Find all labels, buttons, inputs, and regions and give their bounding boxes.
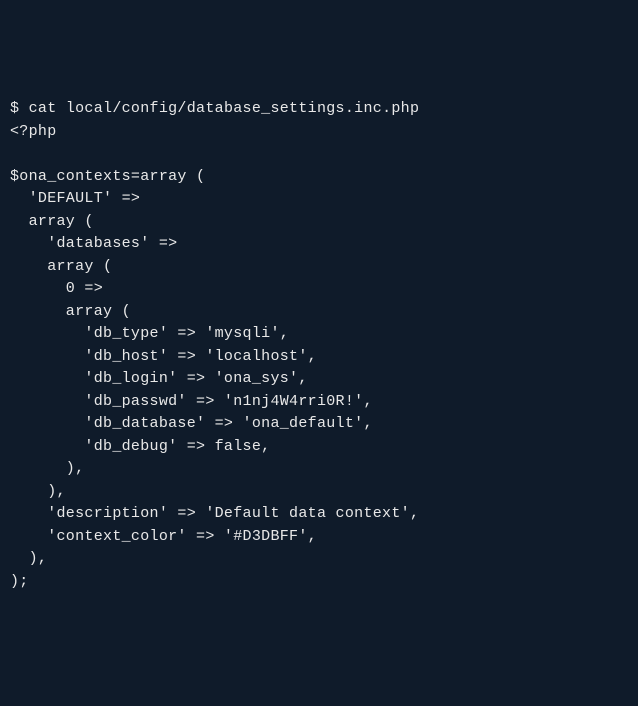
output-line: 'db_debug' => false,	[10, 438, 270, 455]
output-line: ),	[10, 550, 47, 567]
output-line: 'context_color' => '#D3DBFF',	[10, 528, 317, 545]
output-line: ),	[10, 460, 84, 477]
output-line: 'db_host' => 'localhost',	[10, 348, 317, 365]
output-line: array (	[10, 303, 131, 320]
output-line: 'db_login' => 'ona_sys',	[10, 370, 308, 387]
output-line: 'databases' =>	[10, 235, 177, 252]
output-line: 'DEFAULT' =>	[10, 190, 140, 207]
output-line: <?php	[10, 123, 57, 140]
command-text: cat local/config/database_settings.inc.p…	[29, 100, 420, 117]
prompt: $	[10, 100, 29, 117]
output-line: );	[10, 573, 29, 590]
terminal-window: $ cat local/config/database_settings.inc…	[10, 98, 628, 593]
output-line: ),	[10, 483, 66, 500]
output-line: 'db_passwd' => 'n1nj4W4rri0R!',	[10, 393, 373, 410]
output-line: array (	[10, 213, 94, 230]
output-line: array (	[10, 258, 112, 275]
output-line: 0 =>	[10, 280, 103, 297]
output-line: $ona_contexts=array (	[10, 168, 205, 185]
output-line: 'description' => 'Default data context',	[10, 505, 419, 522]
output-line: 'db_database' => 'ona_default',	[10, 415, 373, 432]
output-line: 'db_type' => 'mysqli',	[10, 325, 289, 342]
